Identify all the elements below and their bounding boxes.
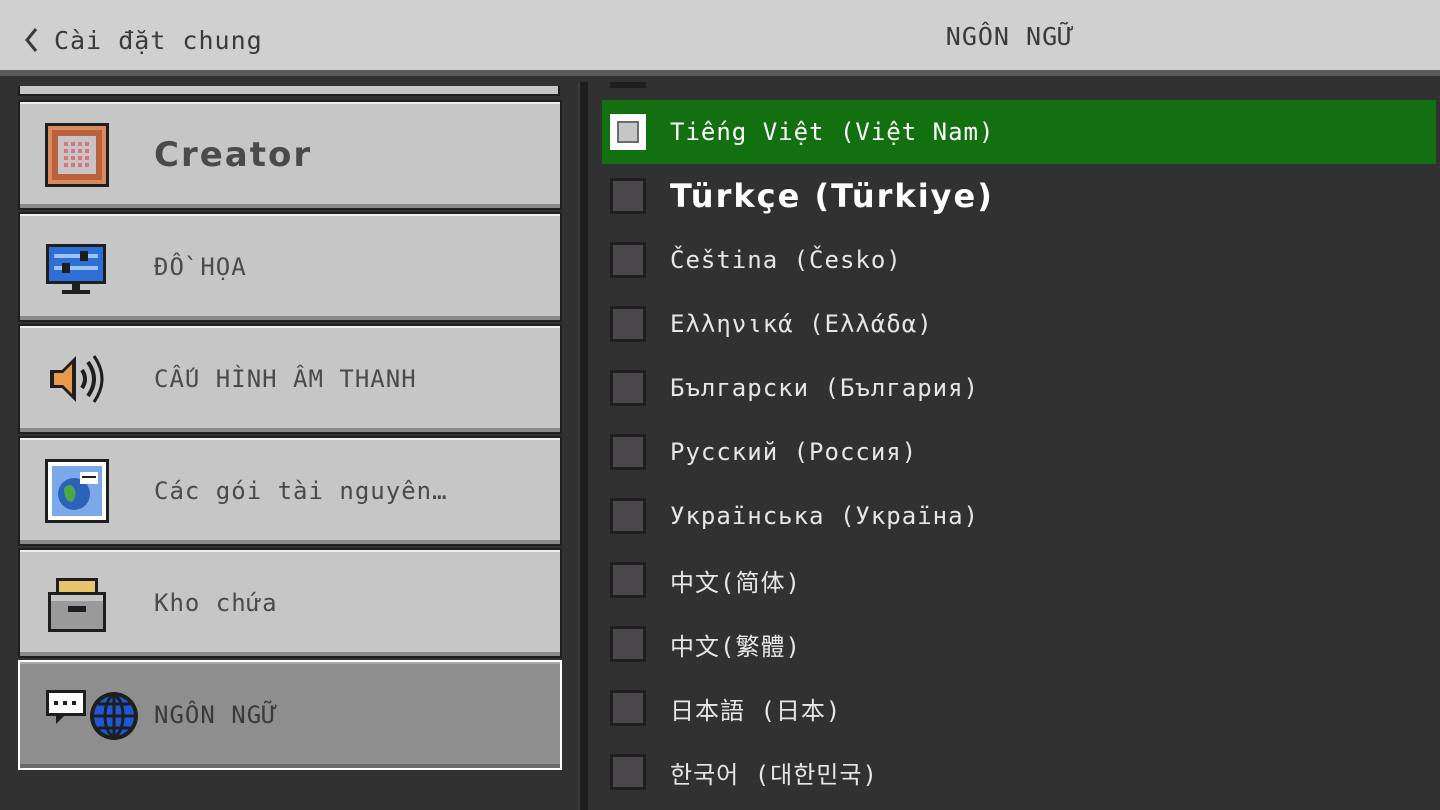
- checkbox[interactable]: [610, 370, 646, 406]
- globe-pack-icon: [45, 459, 109, 523]
- sidebar-item-graphics[interactable]: ĐỒ HỌA: [18, 212, 562, 322]
- monitor-settings-icon: [46, 244, 106, 294]
- language-option[interactable]: Ελληνικά (Ελλάδα): [602, 292, 1436, 356]
- language-label: Русский (Россия): [670, 438, 918, 466]
- sidebar-item-label: CẤU HÌNH ÂM THANH: [154, 365, 417, 393]
- checkbox[interactable]: [610, 434, 646, 470]
- language-option[interactable]: Українська (Україна): [602, 484, 1436, 548]
- storage-box-icon: [48, 578, 106, 632]
- language-label: 한국어 (대한민국): [670, 760, 878, 789]
- language-label: Čeština (Česko): [670, 246, 902, 274]
- checkbox[interactable]: [610, 498, 646, 534]
- checkbox-checked[interactable]: [610, 114, 646, 150]
- scrolled-checkbox: [610, 82, 646, 88]
- sidebar-item-label: Creator: [154, 135, 313, 175]
- checkbox[interactable]: [610, 690, 646, 726]
- language-label: 中文(繁體): [670, 632, 801, 661]
- language-option[interactable]: 한국어 (대한민국): [602, 740, 1436, 804]
- language-option[interactable]: 中文(简体): [602, 548, 1436, 612]
- sidebar-item-label: ĐỒ HỌA: [154, 253, 247, 281]
- back-label: Cài đặt chung: [54, 25, 263, 55]
- panel-divider: [578, 82, 588, 810]
- sidebar-item-label: Các gói tài nguyên…: [154, 477, 448, 505]
- speaker-icon: [50, 355, 104, 403]
- language-option[interactable]: Tiếng Việt (Việt Nam): [602, 100, 1436, 164]
- chevron-left-icon: [25, 28, 38, 52]
- language-label: Tiếng Việt (Việt Nam): [670, 118, 995, 146]
- sidebar-item-label: Kho chứa: [154, 589, 278, 617]
- checkbox[interactable]: [610, 306, 646, 342]
- sidebar-scrolled-item[interactable]: [18, 86, 560, 96]
- language-label: Ελληνικά (Ελλάδα): [670, 310, 933, 338]
- language-option[interactable]: Türkçe (Türkiye): [602, 164, 1436, 228]
- checkbox[interactable]: [610, 562, 646, 598]
- language-label: Türkçe (Türkiye): [670, 177, 994, 215]
- language-option[interactable]: 中文(繁體): [602, 612, 1436, 676]
- language-label: Українська (Україна): [670, 502, 979, 530]
- checkbox[interactable]: [610, 754, 646, 790]
- language-label: 中文(简体): [670, 568, 801, 597]
- command-block-icon: [45, 123, 109, 187]
- checkbox[interactable]: [610, 242, 646, 278]
- language-option[interactable]: Русский (Россия): [602, 420, 1436, 484]
- sidebar-item-storage[interactable]: Kho chứa: [18, 548, 562, 658]
- language-option[interactable]: 日本語 (日本): [602, 676, 1436, 740]
- sidebar-item-label: NGÔN NGỮ: [154, 701, 278, 729]
- language-globe-icon: [46, 690, 138, 740]
- sidebar-item-language[interactable]: NGÔN NGỮ: [18, 660, 562, 770]
- sidebar-item-audio[interactable]: CẤU HÌNH ÂM THANH: [18, 324, 562, 434]
- sidebar-item-creator[interactable]: Creator: [18, 100, 562, 210]
- checkbox[interactable]: [610, 178, 646, 214]
- top-bar: Cài đặt chung NGÔN NGỮ: [0, 0, 1440, 76]
- sidebar-item-resource-packs[interactable]: Các gói tài nguyên…: [18, 436, 562, 546]
- language-label: 日本語 (日本): [670, 696, 842, 725]
- back-button[interactable]: Cài đặt chung: [22, 20, 263, 60]
- page-title: NGÔN NGỮ: [945, 22, 1075, 51]
- language-option[interactable]: Čeština (Česko): [602, 228, 1436, 292]
- language-label: Български (България): [670, 374, 979, 402]
- checkbox[interactable]: [610, 626, 646, 662]
- language-option[interactable]: Български (България): [602, 356, 1436, 420]
